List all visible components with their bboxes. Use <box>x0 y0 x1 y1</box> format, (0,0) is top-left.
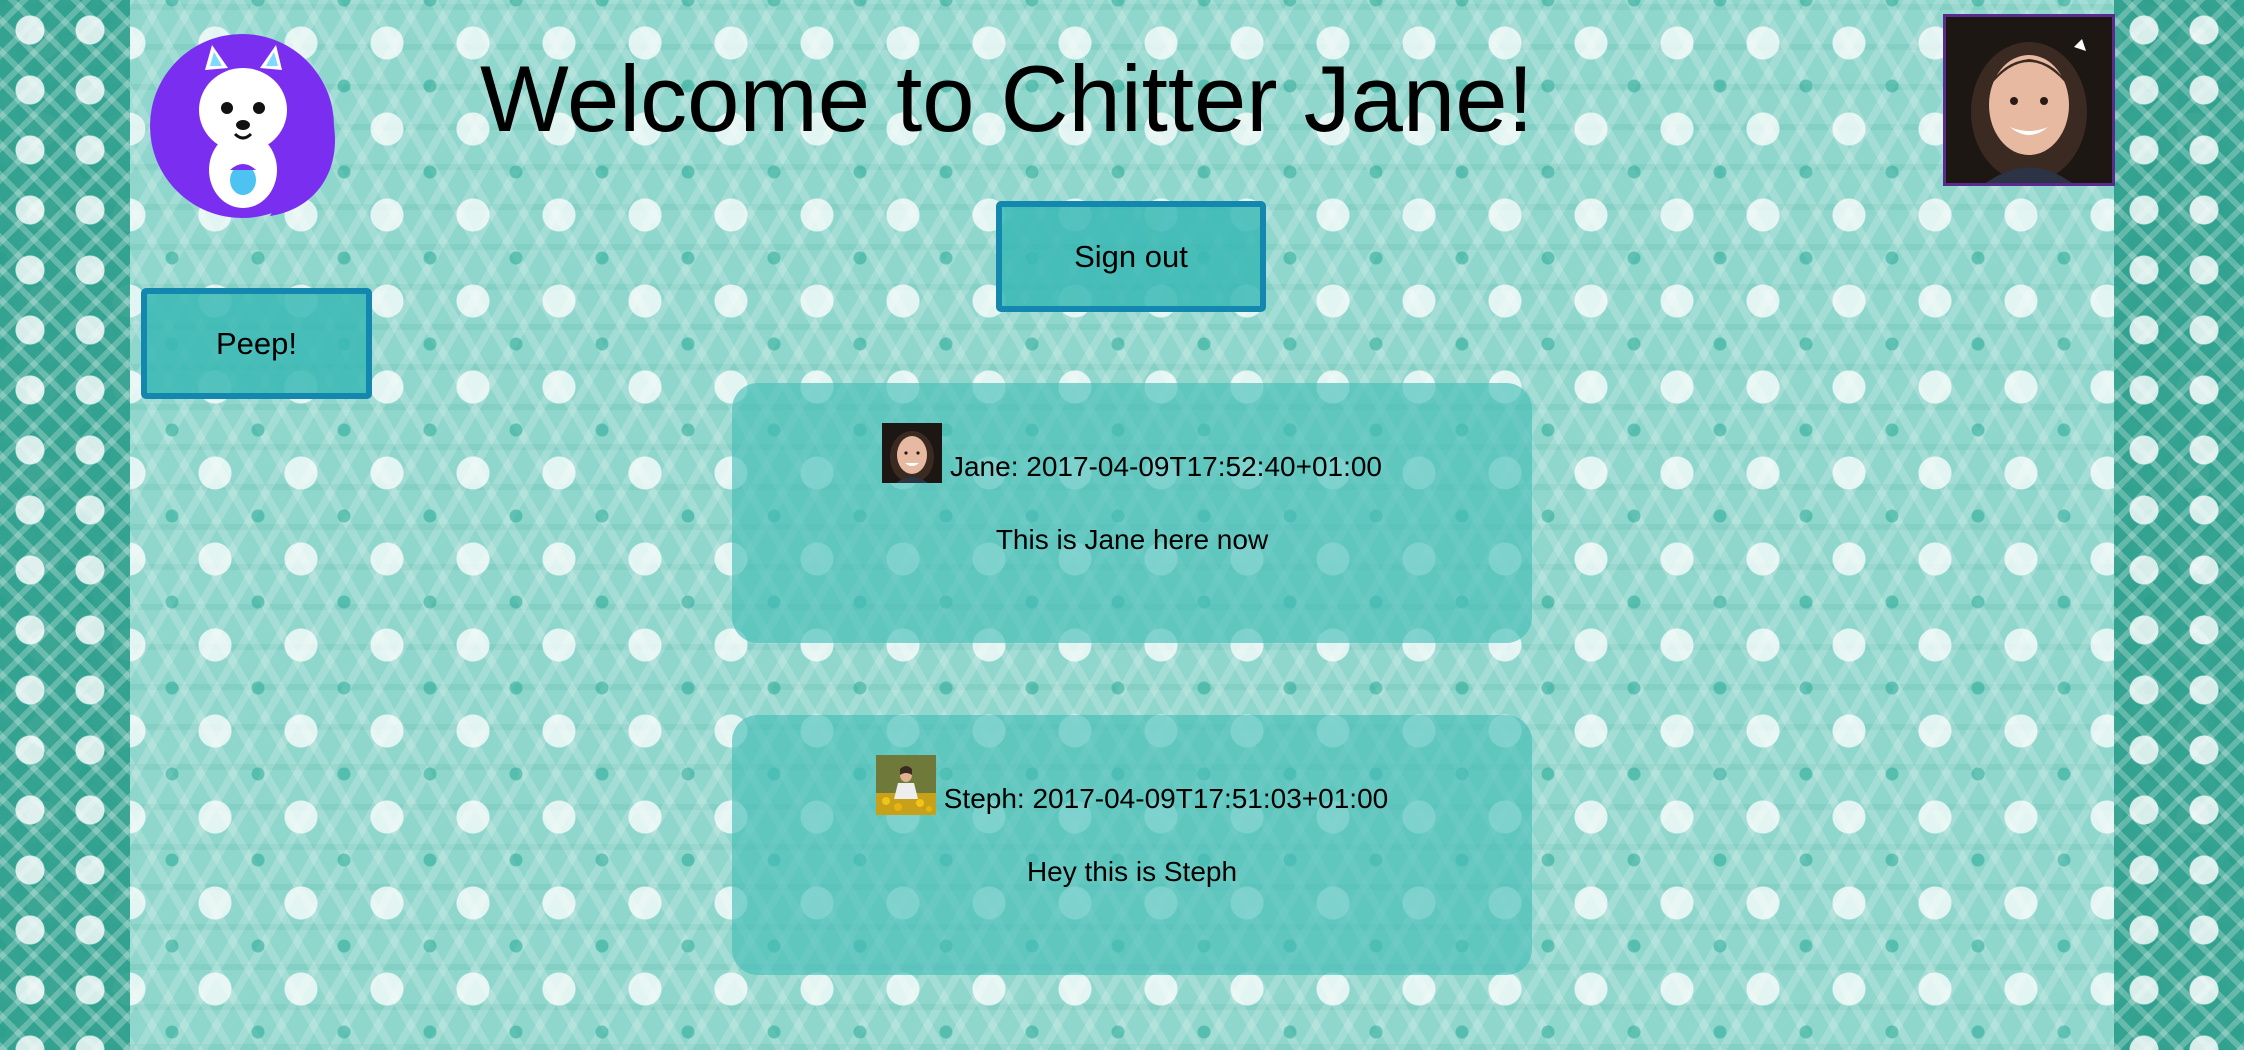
peep-card: Steph: 2017-04-09T17:51:03+01:00 Hey thi… <box>732 715 1532 975</box>
peep-header: Jane: 2017-04-09T17:52:40+01:00 <box>732 423 1532 483</box>
peep-button[interactable]: Peep! <box>141 288 372 399</box>
peep-timestamp: 2017-04-09T17:51:03+01:00 <box>1032 783 1389 814</box>
sign-out-button[interactable]: Sign out <box>996 201 1266 312</box>
peep-author: Steph <box>943 783 1017 814</box>
peep-meta: Jane: 2017-04-09T17:52:40+01:00 <box>949 451 1383 482</box>
peep-header: Steph: 2017-04-09T17:51:03+01:00 <box>732 755 1532 815</box>
peep-timestamp: 2017-04-09T17:52:40+01:00 <box>1026 451 1383 482</box>
peep-author-avatar <box>875 755 936 815</box>
peep-card: Jane: 2017-04-09T17:52:40+01:00 This is … <box>732 383 1532 643</box>
background-border-left <box>0 0 130 1050</box>
background-border-right <box>2114 0 2244 1050</box>
peep-meta: Steph: 2017-04-09T17:51:03+01:00 <box>943 783 1389 814</box>
page-title: Welcome to Chitter Jane! <box>480 46 1534 151</box>
peep-author-avatar <box>881 423 942 483</box>
peep-text: This is Jane here now <box>995 524 1269 555</box>
peep-text: Hey this is Steph <box>1026 856 1238 887</box>
profile-avatar[interactable] <box>1943 14 2115 186</box>
chitter-squirrel-logo-icon[interactable] <box>150 30 340 226</box>
peep-author: Jane <box>949 451 1011 482</box>
